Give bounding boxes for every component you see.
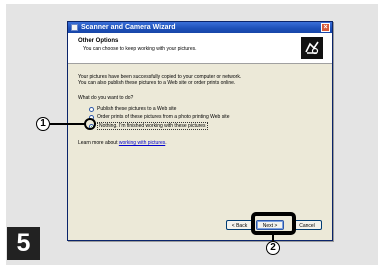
cancel-button[interactable]: Cancel [292,220,322,230]
step-number-badge: 5 [7,227,40,260]
option-order-prints-label[interactable]: Order prints of these pictures from a ph… [97,114,229,120]
learn-more-text: Learn more about working with pictures. [78,140,167,146]
option-publish-web-label[interactable]: Publish these pictures to a Web site [97,106,176,112]
radio-publish-web[interactable] [89,107,94,112]
close-icon[interactable]: × [321,23,330,32]
back-button[interactable]: < Back [226,220,253,230]
callout-1-leader [50,123,86,125]
header-title: Other Options [78,38,119,44]
window-title: Scanner and Camera Wizard [81,24,176,31]
callout-1: 1 [36,117,50,131]
next-button-highlight [251,212,296,235]
wizard-app-icon [71,24,78,31]
learn-more-prefix: Learn more about [78,140,119,146]
learn-more-link[interactable]: working with pictures [119,140,165,146]
camera-scanner-icon [301,37,323,59]
title-bar: Scanner and Camera Wizard × [68,22,332,33]
header-subtitle: You can choose to keep working with your… [83,46,197,52]
callout-1-ring [84,118,96,130]
question-label: What do you want to do? [78,95,134,101]
wizard-header: Other Options You can choose to keep wor… [68,33,332,64]
option-nothing-finished-label[interactable]: Nothing. I'm finished working with these… [97,122,208,130]
intro-line-2: You can also publish these pictures to a… [78,80,236,86]
learn-more-suffix: . [165,140,167,146]
scanner-camera-wizard-dialog: Scanner and Camera Wizard × Other Option… [67,21,333,241]
callout-2: 2 [266,241,280,255]
